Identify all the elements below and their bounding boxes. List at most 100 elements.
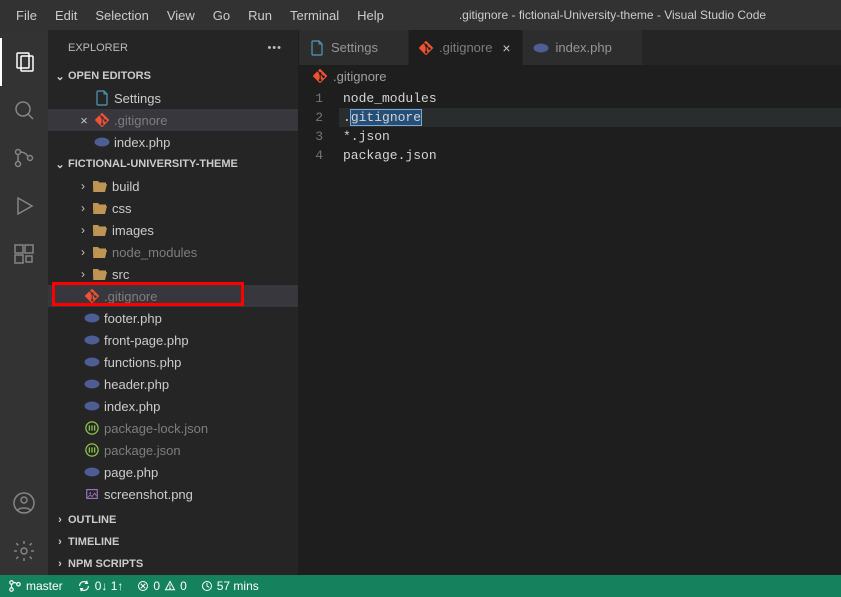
open-editor-item[interactable]: × .gitignore: [48, 109, 298, 131]
editor-tab[interactable]: Settings: [299, 30, 409, 65]
file-item[interactable]: page.php: [48, 461, 298, 483]
folder-item[interactable]: ›images: [48, 219, 298, 241]
extensions-icon[interactable]: [0, 230, 48, 278]
breadcrumb[interactable]: .gitignore: [299, 65, 841, 87]
open-editor-item[interactable]: index.php: [48, 131, 298, 153]
run-debug-icon[interactable]: [0, 182, 48, 230]
file-item[interactable]: .gitignore: [48, 285, 298, 307]
npm-icon: [82, 443, 102, 457]
folder-item[interactable]: ›css: [48, 197, 298, 219]
branch-name: master: [26, 579, 63, 593]
file-item[interactable]: header.php: [48, 373, 298, 395]
file-label: front-page.php: [102, 333, 189, 348]
project-header[interactable]: ⌄ FICTIONAL-UNIVERSITY-THEME: [48, 153, 298, 175]
file-label: index.php: [102, 399, 160, 414]
menu-selection[interactable]: Selection: [87, 4, 156, 27]
more-icon[interactable]: •••: [267, 42, 282, 54]
code-line[interactable]: *.json: [339, 127, 841, 146]
close-icon[interactable]: ×: [498, 40, 514, 56]
file-label: Settings: [112, 91, 161, 106]
file-label: package.json: [102, 443, 181, 458]
settings-gear-icon[interactable]: [0, 527, 48, 575]
editor-tab[interactable]: .gitignore ×: [409, 30, 523, 65]
menu-run[interactable]: Run: [240, 4, 280, 27]
timeline-header[interactable]: › TIMELINE: [48, 531, 298, 553]
time-status[interactable]: 57 mins: [201, 579, 259, 593]
file-item[interactable]: index.php: [48, 395, 298, 417]
folder-item[interactable]: ›src: [48, 263, 298, 285]
file-item[interactable]: front-page.php: [48, 329, 298, 351]
sync-text: 0↓ 1↑: [95, 579, 124, 593]
folder-icon: [90, 201, 110, 215]
chevron-right-icon: ›: [76, 223, 90, 237]
file-label: index.php: [112, 135, 170, 150]
git-icon: [92, 113, 112, 127]
file-label: footer.php: [102, 311, 162, 326]
image-icon: [82, 487, 102, 501]
tab-label: Settings: [331, 40, 378, 55]
open-editors-header[interactable]: ⌄ OPEN EDITORS: [48, 65, 298, 87]
project-tree: ›build›css›images›node_modules›src.gitig…: [48, 175, 298, 509]
open-editors-list: Settings × .gitignore index.php: [48, 87, 298, 153]
php-icon: [82, 378, 102, 390]
menu-go[interactable]: Go: [205, 4, 238, 27]
php-icon: [92, 136, 112, 148]
file-item[interactable]: functions.php: [48, 351, 298, 373]
git-icon: [82, 289, 102, 303]
menu-help[interactable]: Help: [349, 4, 392, 27]
folder-icon: [90, 179, 110, 193]
chevron-down-icon: ⌄: [52, 158, 68, 171]
file-item[interactable]: footer.php: [48, 307, 298, 329]
file-item[interactable]: package.json: [48, 439, 298, 461]
menu-edit[interactable]: Edit: [47, 4, 85, 27]
sidebar: EXPLORER ••• ⌄ OPEN EDITORS Settings × .gi…: [48, 30, 299, 575]
menu-terminal[interactable]: Terminal: [282, 4, 347, 27]
code-line[interactable]: node_modules: [339, 89, 841, 108]
project-label: FICTIONAL-UNIVERSITY-THEME: [68, 158, 238, 170]
editor-area: Settings .gitignore × index.php .gitignore …: [299, 30, 841, 575]
chevron-right-icon: ›: [52, 558, 68, 570]
source-control-icon[interactable]: [0, 134, 48, 182]
code-line[interactable]: .gitignore: [339, 108, 841, 127]
file-label: functions.php: [102, 355, 181, 370]
window-title: .gitignore - fictional-University-theme …: [392, 8, 833, 22]
php-icon: [533, 42, 549, 54]
npm-scripts-label: NPM SCRIPTS: [68, 558, 143, 570]
file-item[interactable]: screenshot.png: [48, 483, 298, 505]
branch-status[interactable]: master: [8, 579, 63, 593]
settings-file-icon: [309, 40, 325, 56]
problems-status[interactable]: 0 0: [137, 579, 186, 593]
menu-view[interactable]: View: [159, 4, 203, 27]
file-label: .gitignore: [102, 289, 157, 304]
tab-label: .gitignore: [439, 40, 492, 55]
settings-file-icon: [92, 90, 112, 106]
npm-scripts-header[interactable]: › NPM SCRIPTS: [48, 553, 298, 575]
code-editor[interactable]: 1234 node_modules.gitignore*.jsonpackage…: [299, 87, 841, 575]
file-item[interactable]: single.php: [48, 505, 298, 509]
php-icon: [82, 466, 102, 478]
git-icon: [313, 69, 327, 83]
sync-status[interactable]: 0↓ 1↑: [77, 579, 124, 593]
chevron-right-icon: ›: [76, 245, 90, 259]
code-lines[interactable]: node_modules.gitignore*.jsonpackage.json: [339, 87, 841, 575]
errors-count: 0: [153, 579, 160, 593]
folder-item[interactable]: ›build: [48, 175, 298, 197]
file-label: .gitignore: [112, 113, 167, 128]
close-icon[interactable]: ×: [76, 113, 92, 128]
file-label: header.php: [102, 377, 169, 392]
menu-file[interactable]: File: [8, 4, 45, 27]
search-icon[interactable]: [0, 86, 48, 134]
php-icon: [82, 400, 102, 412]
explorer-icon[interactable]: [0, 38, 48, 86]
editor-tab[interactable]: index.php: [523, 30, 642, 65]
code-line[interactable]: package.json: [339, 146, 841, 165]
open-editor-item[interactable]: Settings: [48, 87, 298, 109]
accounts-icon[interactable]: [0, 479, 48, 527]
php-icon: [82, 334, 102, 346]
folder-label: src: [110, 267, 129, 282]
file-item[interactable]: package-lock.json: [48, 417, 298, 439]
outline-header[interactable]: › OUTLINE: [48, 509, 298, 531]
warnings-count: 0: [180, 579, 187, 593]
folder-item[interactable]: ›node_modules: [48, 241, 298, 263]
sidebar-title-label: EXPLORER: [68, 42, 128, 54]
